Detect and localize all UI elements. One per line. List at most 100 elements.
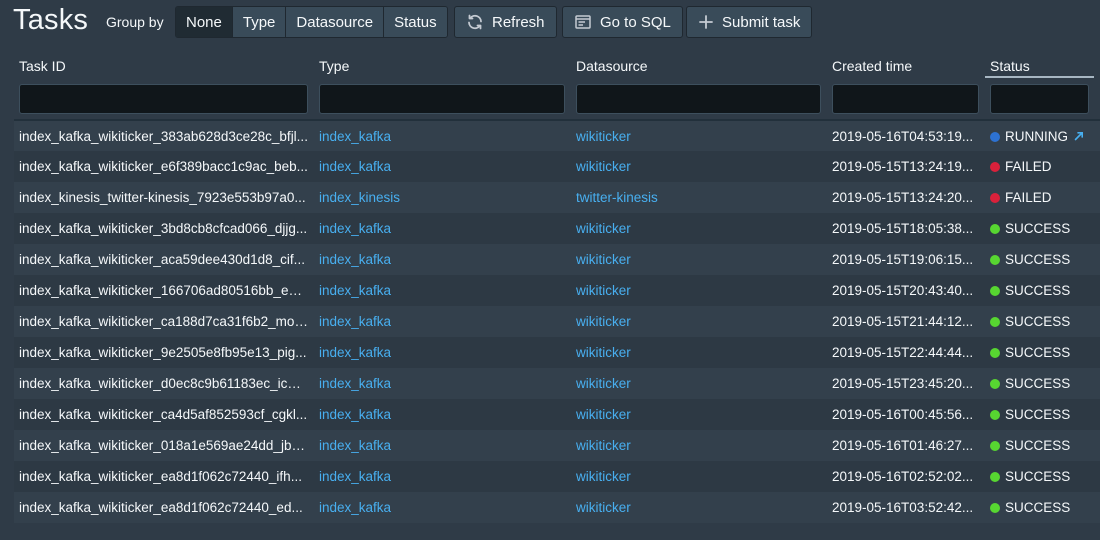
status-dot-icon (990, 440, 1000, 451)
datasource-link[interactable]: wikiticker (576, 306, 816, 337)
datasource-link[interactable]: twitter-kinesis (576, 182, 816, 213)
status-cell: FAILED (990, 151, 1098, 182)
datasource-link[interactable]: wikiticker (576, 337, 816, 368)
created-time-cell: 2019-05-15T19:06:15... (832, 252, 974, 267)
group-by-none-button[interactable]: None (176, 7, 233, 37)
filter-type-input[interactable] (319, 84, 565, 114)
type-link[interactable]: index_kafka (319, 213, 559, 244)
datasource-link[interactable]: wikiticker (576, 121, 816, 152)
task-id-cell: index_kafka_wikiticker_d0ec8c9b61183ec_i… (19, 376, 309, 391)
task-id-cell: index_kafka_wikiticker_3bd8cb8cfcad066_d… (19, 221, 308, 236)
refresh-button[interactable]: Refresh (454, 6, 557, 38)
datasource-link[interactable]: wikiticker (576, 151, 816, 182)
filter-datasource-input[interactable] (576, 84, 821, 114)
status-cell: SUCCESS (990, 306, 1098, 337)
status-cell: SUCCESS (990, 275, 1098, 306)
refresh-icon (466, 13, 484, 31)
column-header-status[interactable]: Status (990, 58, 1030, 74)
status-text: FAILED (1005, 190, 1052, 205)
tasks-table: Task ID Type Datasource Created time Sta… (14, 52, 1100, 523)
column-header-type[interactable]: Type (319, 58, 349, 74)
type-link[interactable]: index_kafka (319, 368, 559, 399)
task-id-cell: index_kafka_wikiticker_ca4d5af852593cf_c… (19, 407, 308, 422)
status-text: SUCCESS (1005, 407, 1071, 422)
page-title: Tasks (13, 4, 89, 36)
submit-task-label: Submit task (722, 13, 801, 31)
refresh-label: Refresh (492, 13, 545, 31)
created-time-cell: 2019-05-15T18:05:38... (832, 221, 974, 236)
task-id-cell: index_kafka_wikiticker_ca188d7ca31f6b2_m… (19, 314, 309, 329)
type-link[interactable]: index_kafka (319, 399, 559, 430)
datasource-link[interactable]: wikiticker (576, 244, 816, 275)
type-link[interactable]: index_kinesis (319, 182, 559, 213)
type-link[interactable]: index_kafka (319, 461, 559, 492)
table-row[interactable]: index_kafka_wikiticker_9e2505e8fb95e13_p… (14, 337, 1100, 368)
type-link[interactable]: index_kafka (319, 337, 559, 368)
go-to-sql-button[interactable]: Go to SQL (562, 6, 683, 38)
group-by-datasource-button[interactable]: Datasource (286, 7, 385, 37)
column-header-created-time[interactable]: Created time (832, 58, 912, 74)
type-link[interactable]: index_kafka (319, 275, 559, 306)
datasource-link[interactable]: wikiticker (576, 399, 816, 430)
status-dot-icon (990, 502, 1000, 513)
application-icon (574, 13, 592, 31)
status-text: SUCCESS (1005, 345, 1071, 360)
type-link[interactable]: index_kafka (319, 306, 559, 337)
created-time-cell: 2019-05-15T22:44:44... (832, 345, 974, 360)
group-by-type-button[interactable]: Type (232, 7, 287, 37)
table-row[interactable]: index_kafka_wikiticker_aca59dee430d1d8_c… (14, 244, 1100, 275)
datasource-link[interactable]: wikiticker (576, 492, 816, 523)
status-dot-icon (990, 409, 1000, 420)
created-time-cell: 2019-05-15T23:45:20... (832, 376, 974, 391)
status-dot-icon (990, 347, 1000, 358)
table-row[interactable]: index_kafka_wikiticker_3bd8cb8cfcad066_d… (14, 213, 1100, 244)
task-id-cell: index_kafka_wikiticker_ea8d1f062c72440_e… (19, 500, 303, 515)
task-id-cell: index_kafka_wikiticker_e6f389bacc1c9ac_b… (19, 159, 308, 174)
datasource-link[interactable]: wikiticker (576, 461, 816, 492)
task-id-cell: index_kafka_wikiticker_aca59dee430d1d8_c… (19, 252, 305, 267)
datasource-link[interactable]: wikiticker (576, 275, 816, 306)
task-id-cell: index_kinesis_twitter-kinesis_7923e553b9… (19, 190, 306, 205)
datasource-link[interactable]: wikiticker (576, 213, 816, 244)
datasource-link[interactable]: wikiticker (576, 430, 816, 461)
status-dot-icon (990, 316, 1000, 327)
status-cell: SUCCESS (990, 244, 1098, 275)
table-row[interactable]: index_kinesis_twitter-kinesis_7923e553b9… (14, 182, 1100, 213)
column-header-task-id[interactable]: Task ID (19, 58, 66, 74)
status-cell: SUCCESS (990, 337, 1098, 368)
status-cell: SUCCESS (990, 399, 1098, 430)
column-header-datasource[interactable]: Datasource (576, 58, 648, 74)
status-cell: SUCCESS (990, 368, 1098, 399)
status-text: SUCCESS (1005, 376, 1071, 391)
table-row[interactable]: index_kafka_wikiticker_e6f389bacc1c9ac_b… (14, 151, 1100, 182)
submit-task-button[interactable]: Submit task (686, 6, 813, 38)
table-row[interactable]: index_kafka_wikiticker_d0ec8c9b61183ec_i… (14, 368, 1100, 399)
arrow-top-right-icon[interactable] (1074, 121, 1084, 152)
filter-task-id-input[interactable] (19, 84, 308, 114)
type-link[interactable]: index_kafka (319, 430, 559, 461)
group-by-status-button[interactable]: Status (384, 7, 447, 37)
task-id-cell: index_kafka_wikiticker_ea8d1f062c72440_i… (19, 469, 302, 484)
status-dot-icon (990, 161, 1000, 172)
task-id-cell: index_kafka_wikiticker_018a1e569ae24dd_j… (19, 438, 309, 453)
status-dot-icon (990, 378, 1000, 389)
created-time-cell: 2019-05-16T03:52:42... (832, 500, 974, 515)
type-link[interactable]: index_kafka (319, 151, 559, 182)
type-link[interactable]: index_kafka (319, 121, 559, 152)
table-row[interactable]: index_kafka_wikiticker_ca4d5af852593cf_c… (14, 399, 1100, 430)
status-cell: SUCCESS (990, 492, 1098, 523)
group-by-button-group: None Type Datasource Status (175, 6, 448, 38)
type-link[interactable]: index_kafka (319, 244, 559, 275)
status-dot-icon (990, 254, 1000, 265)
table-row[interactable]: index_kafka_wikiticker_ca188d7ca31f6b2_m… (14, 306, 1100, 337)
table-row[interactable]: index_kafka_wikiticker_018a1e569ae24dd_j… (14, 430, 1100, 461)
table-row[interactable]: index_kafka_wikiticker_383ab628d3ce28c_b… (14, 120, 1100, 151)
table-row[interactable]: index_kafka_wikiticker_ea8d1f062c72440_i… (14, 461, 1100, 492)
task-id-cell: index_kafka_wikiticker_166706ad80516bb_e… (19, 283, 309, 298)
filter-status-input[interactable] (990, 84, 1089, 114)
type-link[interactable]: index_kafka (319, 492, 559, 523)
filter-created-time-input[interactable] (832, 84, 979, 114)
table-row[interactable]: index_kafka_wikiticker_ea8d1f062c72440_e… (14, 492, 1100, 523)
datasource-link[interactable]: wikiticker (576, 368, 816, 399)
table-row[interactable]: index_kafka_wikiticker_166706ad80516bb_e… (14, 275, 1100, 306)
